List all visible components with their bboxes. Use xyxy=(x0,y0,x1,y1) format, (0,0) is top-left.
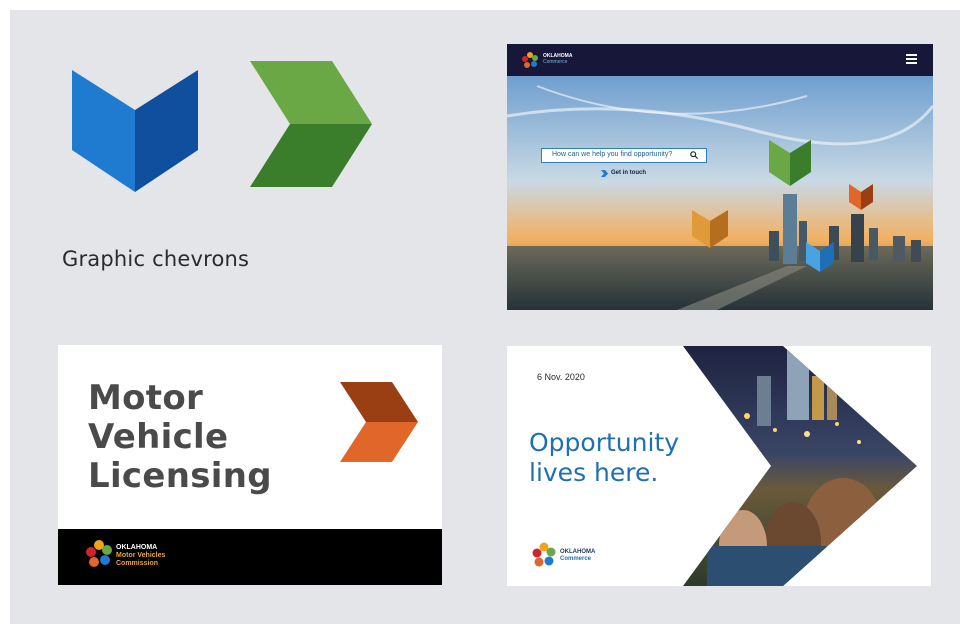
opportunity-headline: Opportunity lives here. xyxy=(529,428,680,487)
mvl-footer: OKLAHOMA Motor Vehicles Commission xyxy=(58,529,442,585)
blue-chevron-graphic xyxy=(72,70,198,192)
get-in-touch-link[interactable]: Get in touch xyxy=(611,170,646,176)
cta-chevron-icon xyxy=(601,170,608,177)
search-icon[interactable] xyxy=(690,151,698,159)
hamburger-menu-icon[interactable] xyxy=(906,54,917,64)
city-skyline-photo xyxy=(507,76,933,310)
caption-graphic-chevrons: Graphic chevrons xyxy=(62,247,250,271)
search-input[interactable]: How can we help you find opportunity? xyxy=(541,148,707,163)
opportunity-date: 6 Nov. 2020 xyxy=(537,372,585,382)
website-logo-text: OKLAHOMA Commerce xyxy=(543,53,573,65)
website-mockup: OKLAHOMA Commerce How can we help you fi… xyxy=(507,44,933,310)
website-nav-bar: OKLAHOMA Commerce xyxy=(507,44,933,76)
search-placeholder: How can we help you find opportunity? xyxy=(552,151,673,158)
opportunity-logo-text: OKLAHOMA Commerce xyxy=(560,549,596,562)
mvl-title: Motor Vehicle Licensing xyxy=(88,378,272,496)
oklahoma-logo-icon xyxy=(532,542,556,567)
orange-chevron-graphic xyxy=(340,382,418,462)
motor-vehicle-licensing-card: Motor Vehicle Licensing OKLAHOMA Motor V… xyxy=(58,345,442,585)
green-chevron-graphic xyxy=(250,61,372,187)
mvl-logo-text: OKLAHOMA Motor Vehicles Commission xyxy=(116,544,166,567)
oklahoma-logo-icon xyxy=(522,52,538,68)
oklahoma-logo-icon xyxy=(86,540,112,567)
opportunity-card: 6 Nov. 2020 Opportunity lives here. OKLA… xyxy=(507,346,931,586)
